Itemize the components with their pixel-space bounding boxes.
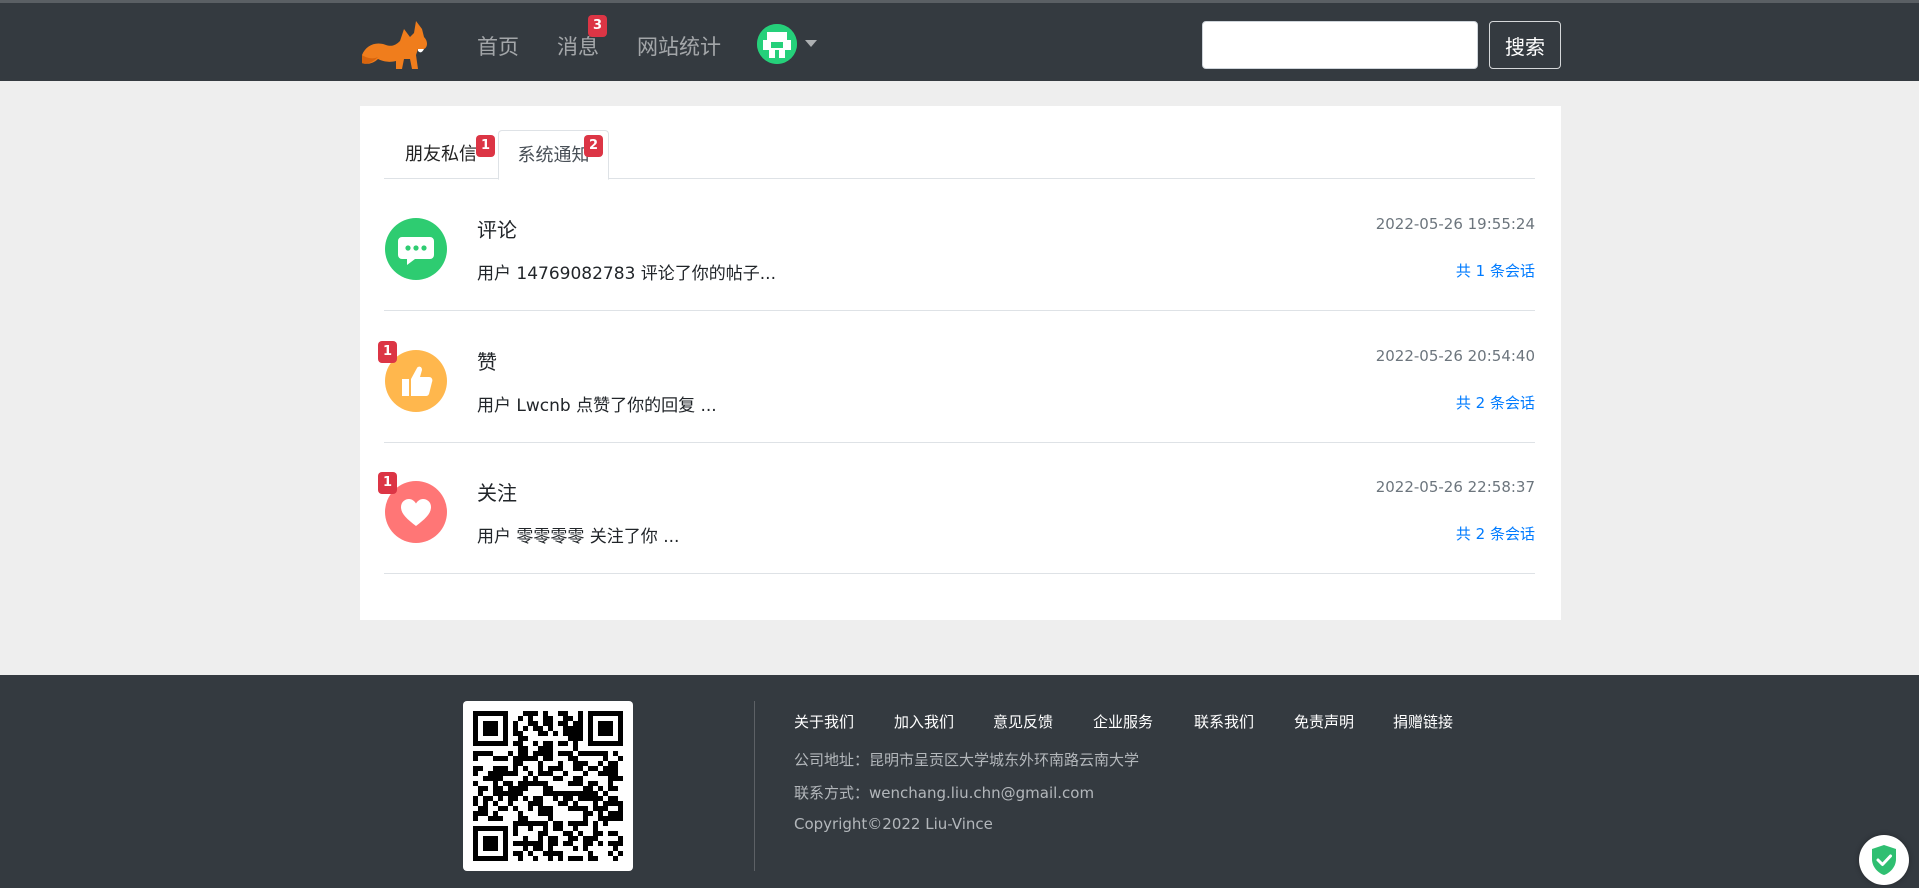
footer-link-join[interactable]: 加入我们 (894, 711, 954, 732)
avatar (757, 24, 797, 64)
footer-link-enterprise[interactable]: 企业服务 (1093, 711, 1153, 732)
footer-contact: 联系方式：wenchang.liu.chn@gmail.com (794, 784, 1095, 802)
notice-body[interactable]: 用户 Lwcnb 点赞了你的回复 ... (477, 391, 717, 416)
footer: 关于我们 加入我们 意见反馈 企业服务 联系我们 免责声明 捐赠链接 公司地址：… (0, 675, 1919, 888)
search-input[interactable] (1202, 21, 1478, 69)
footer-link-disclaimer[interactable]: 免责声明 (1294, 711, 1354, 732)
top-navbar: 首页 消息 3 网站统计 搜索 (0, 0, 1919, 81)
notice-item-like[interactable]: 1 赞 2022-05-26 20:54:40 用户 Lwcnb 点赞了你的回复… (378, 312, 1535, 443)
tab-label: 朋友私信 (405, 144, 477, 165)
notice-time: 2022-05-26 22:58:37 (1375, 478, 1535, 496)
tab-friend-badge: 1 (476, 135, 496, 157)
footer-link-contact[interactable]: 联系我们 (1194, 711, 1254, 732)
messages-badge: 3 (588, 15, 608, 37)
notice-badge: 1 (378, 472, 398, 494)
notice-body[interactable]: 用户 14769082783 评论了你的帖子... (477, 259, 776, 284)
footer-link-feedback[interactable]: 意见反馈 (993, 711, 1053, 732)
notice-count-link[interactable]: 共 2 条会话 (1456, 523, 1535, 544)
notice-title: 赞 (477, 350, 497, 374)
notice-time: 2022-05-26 20:54:40 (1375, 347, 1535, 365)
notice-count-link[interactable]: 共 1 条会话 (1456, 260, 1535, 281)
tab-system-badge: 2 (584, 135, 604, 157)
notice-count-link[interactable]: 共 2 条会话 (1456, 392, 1535, 413)
nav-stats[interactable]: 网站统计 (637, 31, 721, 61)
notice-tabs: 朋友私信 1 系统通知 2 (384, 130, 1535, 180)
notice-item-follow[interactable]: 1 关注 2022-05-26 22:58:37 用户 零零零零 关注了你 ..… (378, 443, 1535, 574)
notice-title: 关注 (477, 481, 517, 505)
shield-check-icon[interactable] (1859, 835, 1909, 885)
footer-copyright: Copyright©2022 Liu-Vince (794, 815, 993, 833)
footer-address: 公司地址：昆明市呈贡区大学城东外环南路云南大学 (794, 751, 1140, 769)
notice-badge: 1 (378, 341, 398, 363)
notice-item-comment[interactable]: 评论 2022-05-26 19:55:24 用户 14769082783 评论… (384, 180, 1535, 311)
notice-time: 2022-05-26 19:55:24 (1375, 215, 1535, 233)
avatar-pattern-icon (757, 24, 797, 64)
notice-title: 评论 (477, 218, 517, 242)
notice-body[interactable]: 用户 零零零零 关注了你 ... (477, 522, 679, 547)
search-button[interactable]: 搜索 (1489, 21, 1561, 69)
tab-label: 系统通知 (517, 145, 590, 166)
notice-card: 朋友私信 1 系统通知 2 评论 2022-05-26 19:55:24 用户 … (360, 106, 1561, 620)
fox-logo-icon[interactable] (358, 15, 432, 73)
footer-link-donate[interactable]: 捐赠链接 (1393, 711, 1453, 732)
user-menu-toggle[interactable] (757, 24, 819, 64)
chevron-down-icon (805, 40, 817, 47)
footer-divider (754, 701, 755, 871)
qr-code-icon (463, 701, 633, 871)
nav-home[interactable]: 首页 (477, 31, 519, 61)
comment-icon (385, 218, 447, 280)
footer-link-about[interactable]: 关于我们 (794, 711, 854, 732)
